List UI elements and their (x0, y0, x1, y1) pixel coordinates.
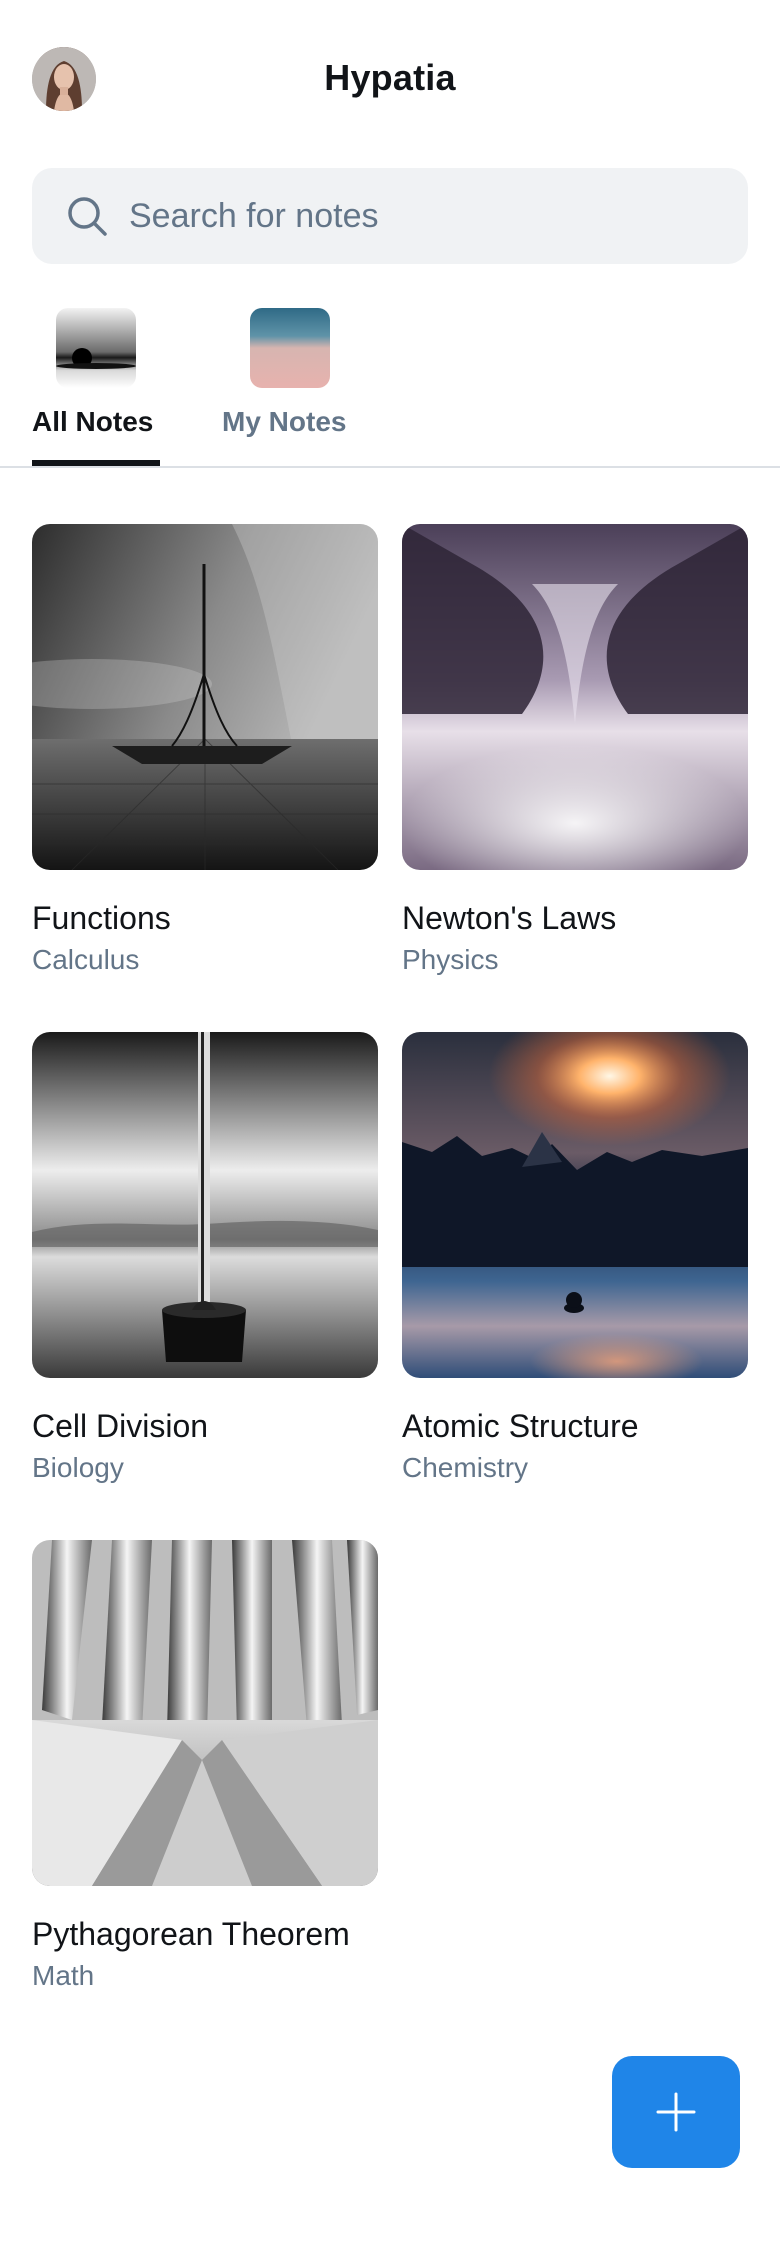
note-title: Pythagorean Theorem (32, 1916, 350, 1952)
search-icon (68, 197, 107, 236)
my-notes-thumbnail (250, 308, 330, 388)
note-card[interactable]: Pythagorean Theorem Math (32, 1540, 378, 1994)
plus-icon (656, 2092, 696, 2132)
note-card[interactable]: Newton's Laws Physics (402, 524, 748, 978)
tab-all-notes[interactable]: All Notes (32, 300, 160, 466)
page-title: Hypatia (324, 57, 456, 98)
note-subject: Chemistry (402, 1452, 529, 1483)
tab-my-notes[interactable]: My Notes (222, 300, 362, 466)
add-note-button[interactable] (612, 2056, 740, 2168)
active-tab-indicator (32, 460, 160, 466)
search-bar[interactable] (32, 168, 748, 264)
note-subject: Math (32, 1960, 95, 1991)
note-cover-image (32, 524, 378, 870)
note-cover-image (402, 1032, 748, 1378)
tab-bar: All Notes My Notes (0, 300, 780, 468)
app-header: Hypatia (0, 0, 780, 155)
note-card[interactable]: Functions Calculus (32, 524, 378, 978)
all-notes-thumbnail (56, 308, 136, 388)
note-title: Cell Division (32, 1408, 209, 1444)
note-cover-image (402, 524, 748, 870)
note-title: Atomic Structure (402, 1408, 639, 1444)
note-subject: Physics (402, 944, 499, 975)
note-title: Newton's Laws (402, 900, 617, 936)
note-title: Functions (32, 900, 171, 936)
note-cover-image (32, 1540, 378, 1886)
tab-label: All Notes (32, 406, 154, 437)
note-subject: Calculus (32, 944, 140, 975)
notes-screen: Hypatia Search for notes All Notes My No… (0, 0, 780, 2248)
note-card[interactable]: Atomic Structure Chemistry (402, 1032, 748, 1486)
note-cover-image (32, 1032, 378, 1378)
search-input[interactable] (129, 196, 729, 236)
note-subject: Biology (32, 1452, 124, 1483)
tab-label: My Notes (222, 406, 347, 437)
note-card[interactable]: Cell Division Biology (32, 1032, 378, 1486)
